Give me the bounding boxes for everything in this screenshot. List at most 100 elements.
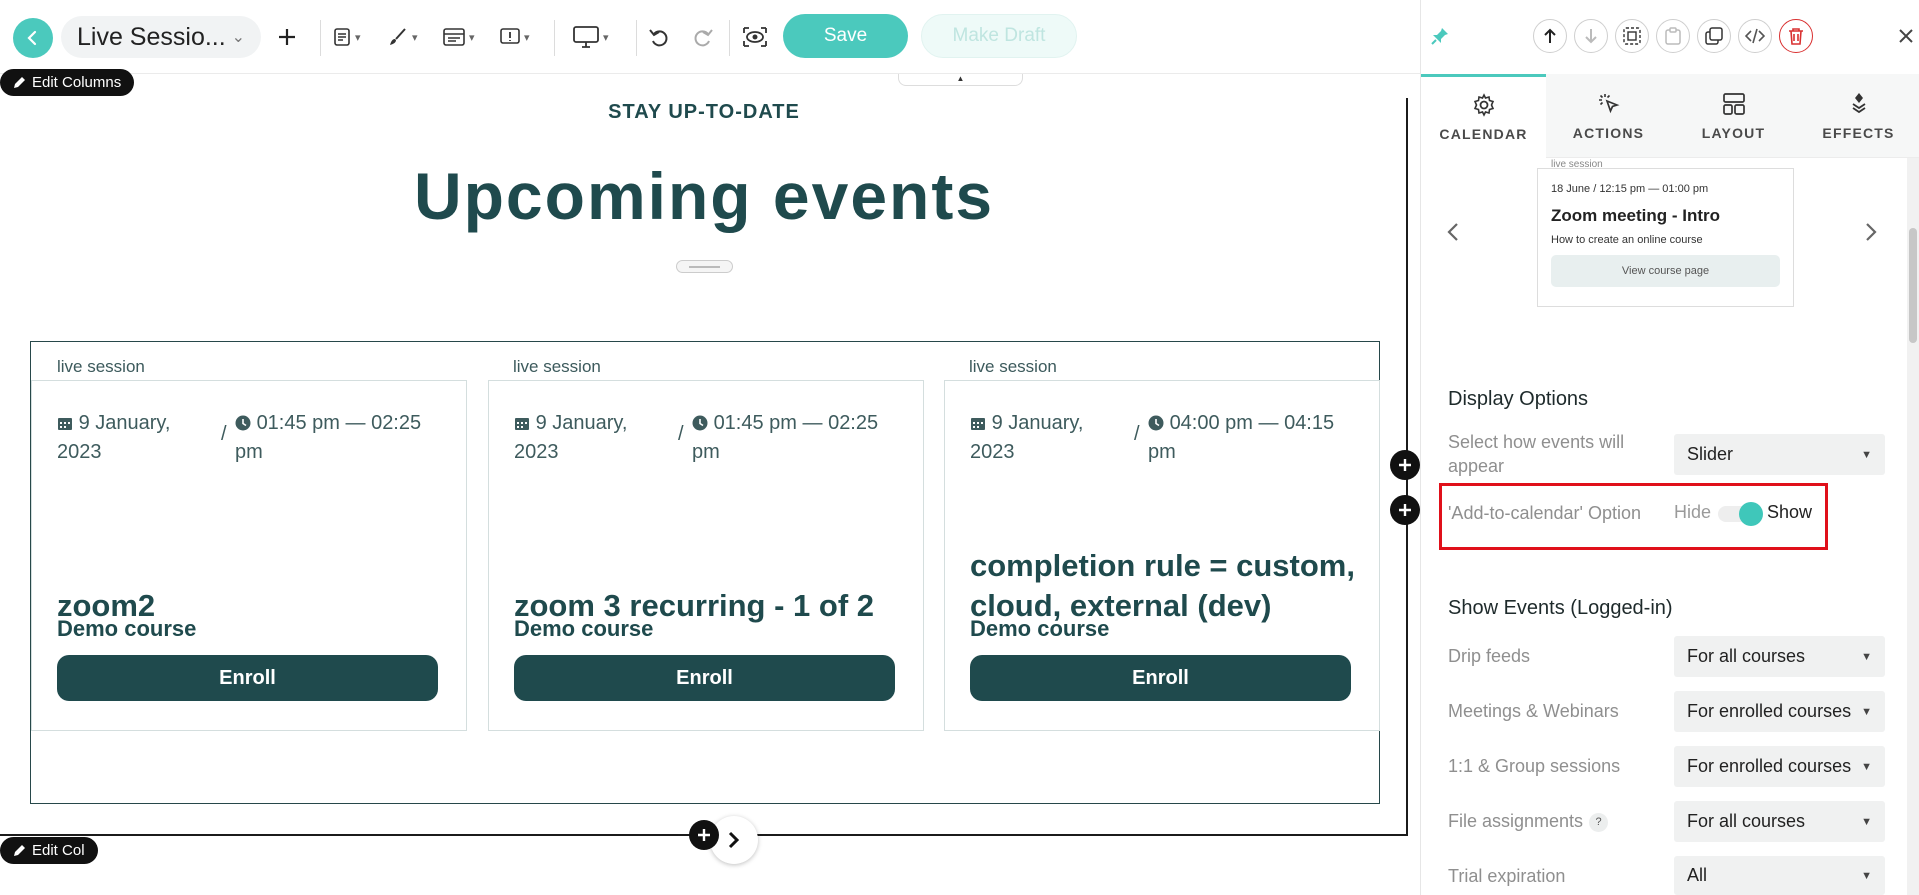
preview-title: Zoom meeting - Intro	[1551, 206, 1721, 225]
event-course: Demo course	[970, 616, 1110, 641]
move-down-button[interactable]	[1574, 19, 1608, 53]
toolbar-divider	[636, 20, 637, 56]
chevron-right-icon	[1866, 223, 1877, 241]
enroll-button[interactable]: Enroll	[57, 655, 438, 701]
alert-box-icon	[500, 28, 520, 44]
chevron-down-icon: ▾	[469, 31, 475, 44]
toggle-off-label: Hide	[1674, 502, 1712, 522]
preview-meta: 18 June / 12:15 pm — 01:00 pm	[1551, 183, 1709, 195]
file-assignments-select[interactable]: For all courses ▼	[1674, 801, 1885, 842]
tab-label: CALENDAR	[1439, 126, 1528, 142]
tab-calendar[interactable]: CALENDAR	[1421, 74, 1546, 158]
enroll-button[interactable]: Enroll	[514, 655, 895, 701]
meetings-webinars-select[interactable]: For enrolled courses ▼	[1674, 691, 1885, 732]
section-eyebrow: STAY UP-TO-DATE	[608, 101, 800, 123]
event-date: 9 January, 2023	[57, 409, 217, 467]
event-time-text: 01:45 pm — 02:25 pm	[235, 412, 422, 463]
preview-prev-button[interactable]	[1447, 218, 1459, 249]
select-parent-button[interactable]	[1615, 19, 1649, 53]
event-tag: live session	[57, 357, 145, 376]
style-button[interactable]: ▾	[388, 23, 418, 51]
panel-scrollbar-thumb[interactable]	[1909, 228, 1917, 343]
event-card: 9 January, 2023 / 04:00 pm — 04:15 pm co…	[944, 380, 1380, 731]
preview-subtitle: How to create an online course	[1551, 234, 1703, 246]
event-time-text: 04:00 pm — 04:15 pm	[1148, 412, 1335, 463]
popup-button[interactable]: ▾	[500, 23, 530, 51]
back-button[interactable]	[13, 18, 53, 58]
tab-label: ACTIONS	[1572, 124, 1645, 141]
drip-feeds-select[interactable]: For all courses ▼	[1674, 636, 1885, 677]
add-element-button[interactable]	[276, 23, 298, 51]
edit-col-button[interactable]: Edit Col	[0, 837, 98, 864]
edit-columns-button[interactable]: Edit Columns	[0, 69, 135, 96]
undo-button[interactable]	[648, 23, 670, 51]
arrow-up-icon	[1544, 28, 1556, 43]
gear-icon	[1473, 93, 1494, 117]
pin-icon[interactable]	[1431, 27, 1449, 45]
toolbar-divider	[554, 20, 555, 56]
toggle-knob[interactable]	[1739, 502, 1763, 526]
select-icon	[1623, 27, 1641, 45]
add-to-calendar-label: 'Add-to-calendar' Option	[1448, 503, 1641, 523]
file-assignments-label: File assignments?	[1448, 809, 1609, 833]
code-button[interactable]	[1738, 19, 1772, 53]
select-value: For enrolled courses	[1687, 756, 1852, 776]
chevron-down-icon: ▾	[603, 31, 609, 44]
panel-tabs: CALENDAR ACTIONS LAYOUT EFFECTS	[1421, 74, 1919, 158]
date-separator: /	[221, 423, 227, 445]
template-icon	[443, 28, 465, 46]
clock-icon	[235, 415, 251, 431]
event-date: 9 January, 2023	[514, 409, 674, 467]
make-draft-button[interactable]: Make Draft	[921, 14, 1077, 58]
group-sessions-label: 1:1 & Group sessions	[1448, 756, 1621, 776]
move-up-button[interactable]	[1533, 19, 1567, 53]
event-title: completion rule = custom, cloud, externa…	[970, 548, 1355, 623]
event-tag: live session	[969, 357, 1057, 376]
effects-icon	[1852, 92, 1865, 113]
tab-layout[interactable]: LAYOUT	[1671, 74, 1796, 158]
view-course-page-button[interactable]: View course page	[1551, 255, 1780, 287]
plus-icon	[1399, 504, 1411, 516]
calendar-preview: live session 18 June / 12:15 pm — 01:00 …	[1421, 158, 1906, 308]
help-icon[interactable]: ?	[1589, 812, 1609, 832]
redo-button[interactable]	[692, 23, 714, 51]
page-title-dropdown[interactable]: Live Sessio... ⌄	[61, 16, 261, 58]
tab-effects[interactable]: EFFECTS	[1796, 74, 1919, 158]
toolbar-divider	[729, 20, 730, 56]
group-sessions-select[interactable]: For enrolled courses ▼	[1674, 746, 1885, 787]
caret-down-icon: ▼	[1861, 650, 1872, 663]
trial-expiration-select[interactable]: All ▼	[1674, 856, 1885, 895]
device-preview-button[interactable]: ▾	[573, 23, 609, 51]
layout-icon	[1722, 92, 1745, 115]
tab-actions[interactable]: ACTIONS	[1546, 74, 1671, 158]
display-options-heading: Display Options	[1448, 388, 1589, 410]
undo-icon	[649, 29, 668, 47]
enroll-button[interactable]: Enroll	[970, 655, 1351, 701]
events-appear-select[interactable]: Slider ▼	[1674, 434, 1885, 475]
caret-down-icon: ▼	[1861, 448, 1872, 461]
events-appear-label: Select how events will appear	[1448, 432, 1625, 476]
delete-button[interactable]	[1779, 19, 1813, 53]
drag-handle[interactable]	[676, 260, 733, 273]
preview-card: 18 June / 12:15 pm — 01:00 pm Zoom meeti…	[1537, 168, 1794, 307]
page-settings-button[interactable]: ▾	[333, 23, 361, 51]
add-section-button[interactable]	[689, 820, 719, 850]
preview-next-button[interactable]	[1865, 218, 1877, 249]
chevron-right-icon	[728, 831, 740, 849]
template-button[interactable]: ▾	[443, 23, 475, 51]
save-button[interactable]: Save	[783, 14, 908, 58]
clock-icon	[692, 415, 708, 431]
editor-canvas: ▲ Edit Columns STAY UP-TO-DATE Upcoming …	[0, 69, 1420, 895]
preview-button[interactable]	[742, 23, 768, 51]
close-panel-button[interactable]	[1898, 20, 1914, 51]
event-time: 01:45 pm — 02:25 pm	[235, 409, 445, 467]
event-time-text: 01:45 pm — 02:25 pm	[692, 412, 879, 463]
paste-button[interactable]	[1656, 19, 1690, 53]
add-column-button[interactable]	[1390, 450, 1420, 480]
show-events-heading: Show Events (Logged-in)	[1448, 597, 1673, 619]
event-tag: live session	[513, 357, 601, 376]
duplicate-button[interactable]	[1697, 19, 1731, 53]
calendar-icon	[971, 418, 985, 430]
collapse-section-tab[interactable]: ▲	[898, 74, 1023, 86]
add-column-button[interactable]	[1390, 495, 1420, 525]
